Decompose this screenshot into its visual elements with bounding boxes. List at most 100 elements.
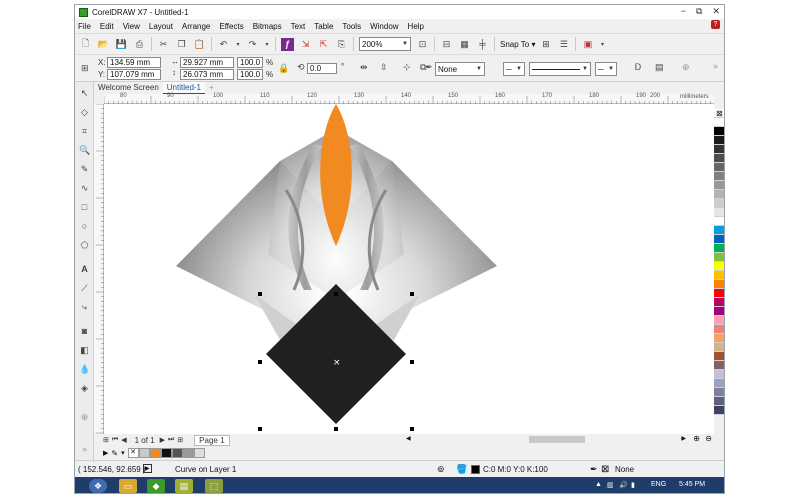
add-tool-icon[interactable]: ⊕ — [79, 412, 90, 423]
palette-swatch[interactable] — [714, 289, 724, 298]
menu-layout[interactable]: Layout — [149, 22, 173, 31]
menu-tools[interactable]: Tools — [342, 22, 361, 31]
options-icon[interactable]: ☰ — [557, 38, 570, 51]
palette-swatch[interactable] — [714, 334, 724, 343]
palette-swatch[interactable] — [714, 199, 724, 208]
start-button-icon[interactable]: ❖ — [89, 479, 107, 493]
palette-swatch[interactable] — [714, 253, 724, 262]
show-rulers-icon[interactable]: ⊟ — [440, 38, 453, 51]
palette-swatch[interactable] — [714, 262, 724, 271]
shape-tool-icon[interactable]: ◇ — [79, 107, 90, 118]
quick-customize-icon[interactable]: ⊕ — [682, 62, 690, 73]
palette-menu-icon[interactable]: ▾ — [121, 449, 125, 457]
selection-handle[interactable] — [410, 360, 414, 364]
previous-page-icon[interactable]: ◀ — [121, 436, 126, 444]
doc-swatch-black[interactable] — [160, 448, 172, 458]
ellipse-tool-icon[interactable]: ○ — [79, 221, 90, 232]
save-icon[interactable]: 💾 — [115, 38, 128, 51]
export-icon[interactable]: ⇱ — [317, 38, 330, 51]
doc-swatch-gray[interactable] — [138, 448, 150, 458]
pick-tool-icon[interactable]: ↖ — [79, 88, 90, 99]
drop-shadow-tool-icon[interactable]: ◙ — [79, 326, 90, 337]
application-launcher-icon[interactable]: ▣ — [581, 38, 594, 51]
network-icon[interactable]: ▥ — [607, 481, 614, 489]
rotation-angle-field[interactable]: 0.0 — [307, 63, 337, 74]
last-page-icon[interactable]: ⏭ — [168, 436, 174, 444]
redo-dropdown-icon[interactable]: ▾ — [264, 38, 270, 51]
menu-table[interactable]: Table — [314, 22, 333, 31]
end-arrowhead-select[interactable]: ─ ▼ — [595, 62, 617, 76]
undo-dropdown-icon[interactable]: ▾ — [235, 38, 241, 51]
palette-swatch[interactable] — [714, 271, 724, 280]
help-icon[interactable]: ? — [711, 20, 720, 29]
redo-icon[interactable]: ↷ — [246, 38, 259, 51]
doc-swatch-light-gray[interactable] — [193, 448, 205, 458]
palette-swatch[interactable] — [714, 307, 724, 316]
palette-swatch[interactable] — [714, 181, 724, 190]
file-explorer-icon[interactable]: ▭ — [119, 479, 137, 493]
palette-swatch[interactable] — [714, 136, 724, 145]
eyedropper-tool-icon[interactable]: 💧 — [79, 364, 90, 375]
vertical-ruler[interactable] — [94, 103, 104, 434]
menu-window[interactable]: Window — [370, 22, 398, 31]
menu-bitmaps[interactable]: Bitmaps — [253, 22, 282, 31]
horizontal-ruler[interactable]: 80 90 100 110 120 130 140 150 160 170 18… — [103, 93, 714, 104]
selection-handle[interactable] — [258, 292, 262, 296]
start-arrowhead-select[interactable]: ─ ▼ — [503, 62, 525, 76]
artistic-media-tool-icon[interactable]: ∿ — [79, 183, 90, 194]
language-indicator[interactable]: ENG — [651, 481, 666, 488]
doc-swatch-mid-gray[interactable] — [182, 448, 194, 458]
show-guidelines-icon[interactable]: ╪ — [476, 38, 489, 51]
lock-ratio-icon[interactable]: 🔒 — [278, 63, 289, 74]
palette-swatch[interactable] — [714, 370, 724, 379]
scroll-right-icon[interactable]: ▶ — [681, 435, 686, 442]
selection-handle[interactable] — [334, 292, 338, 296]
cut-icon[interactable]: ✂ — [157, 38, 170, 51]
more-options-icon[interactable]: » — [713, 61, 718, 71]
text-wrap-dropdown-icon[interactable]: ▤ — [655, 62, 664, 73]
palette-swatch[interactable] — [714, 172, 724, 181]
paste-icon[interactable]: 📋 — [193, 38, 206, 51]
palette-swatch[interactable] — [714, 316, 724, 325]
zoom-in-icon[interactable]: ⊕ — [693, 434, 700, 443]
menu-help[interactable]: Help — [408, 22, 424, 31]
object-origin-icon[interactable]: ⊞ — [81, 63, 89, 74]
transparency-tool-icon[interactable]: ◧ — [79, 345, 90, 356]
open-icon[interactable]: 📂 — [97, 38, 110, 51]
corel-photo-paint-icon[interactable]: ▤ — [175, 479, 193, 493]
palette-swatch[interactable] — [714, 145, 724, 154]
palette-swatch[interactable] — [714, 298, 724, 307]
palette-swatch[interactable] — [714, 118, 724, 127]
width-field[interactable]: 29.927 mm — [180, 57, 234, 68]
close-button[interactable]: ✕ — [712, 6, 720, 17]
full-screen-preview-icon[interactable]: ⊡ — [416, 38, 429, 51]
snap-to-dropdown[interactable]: Snap To ▾ — [500, 40, 535, 49]
page-info-icon[interactable]: ⊞ — [103, 436, 109, 444]
scroll-left-icon[interactable]: ◀ — [406, 435, 411, 442]
import-icon[interactable]: ⇲ — [299, 38, 312, 51]
zoom-level-select[interactable]: 200% ▼ — [359, 37, 411, 51]
y-position-field[interactable]: 107.079 mm — [107, 69, 161, 80]
align-guides-icon[interactable]: ⊞ — [539, 38, 552, 51]
interactive-fill-tool-icon[interactable]: ◈ — [79, 383, 90, 394]
palette-swatch[interactable] — [714, 244, 724, 253]
print-icon[interactable]: ⎙ — [133, 38, 146, 51]
convert-to-curves-icon[interactable]: ⊹ — [403, 62, 411, 73]
palette-swatch[interactable] — [714, 379, 724, 388]
selection-handle[interactable] — [258, 360, 262, 364]
drawing-canvas[interactable]: × — [104, 104, 714, 434]
corel-capture-icon[interactable]: ⬚ — [205, 479, 223, 493]
tray-arrow-icon[interactable]: ▲ — [595, 481, 602, 488]
freehand-tool-icon[interactable]: ✎ — [79, 164, 90, 175]
polygon-tool-icon[interactable]: ⬠ — [79, 240, 90, 251]
menu-edit[interactable]: Edit — [100, 22, 114, 31]
no-fill-swatch[interactable]: ✕ — [127, 448, 139, 458]
palette-swatch[interactable] — [714, 127, 724, 136]
palette-swatch[interactable] — [714, 163, 724, 172]
palette-swatch[interactable] — [714, 208, 724, 217]
undo-icon[interactable]: ↶ — [217, 38, 230, 51]
rectangle-tool-icon[interactable]: □ — [79, 202, 90, 213]
line-style-select[interactable]: ▼ — [529, 62, 591, 76]
zoom-tool-icon[interactable]: 🔍 — [79, 145, 90, 156]
scale-height-field[interactable]: 100.0 — [237, 69, 263, 80]
